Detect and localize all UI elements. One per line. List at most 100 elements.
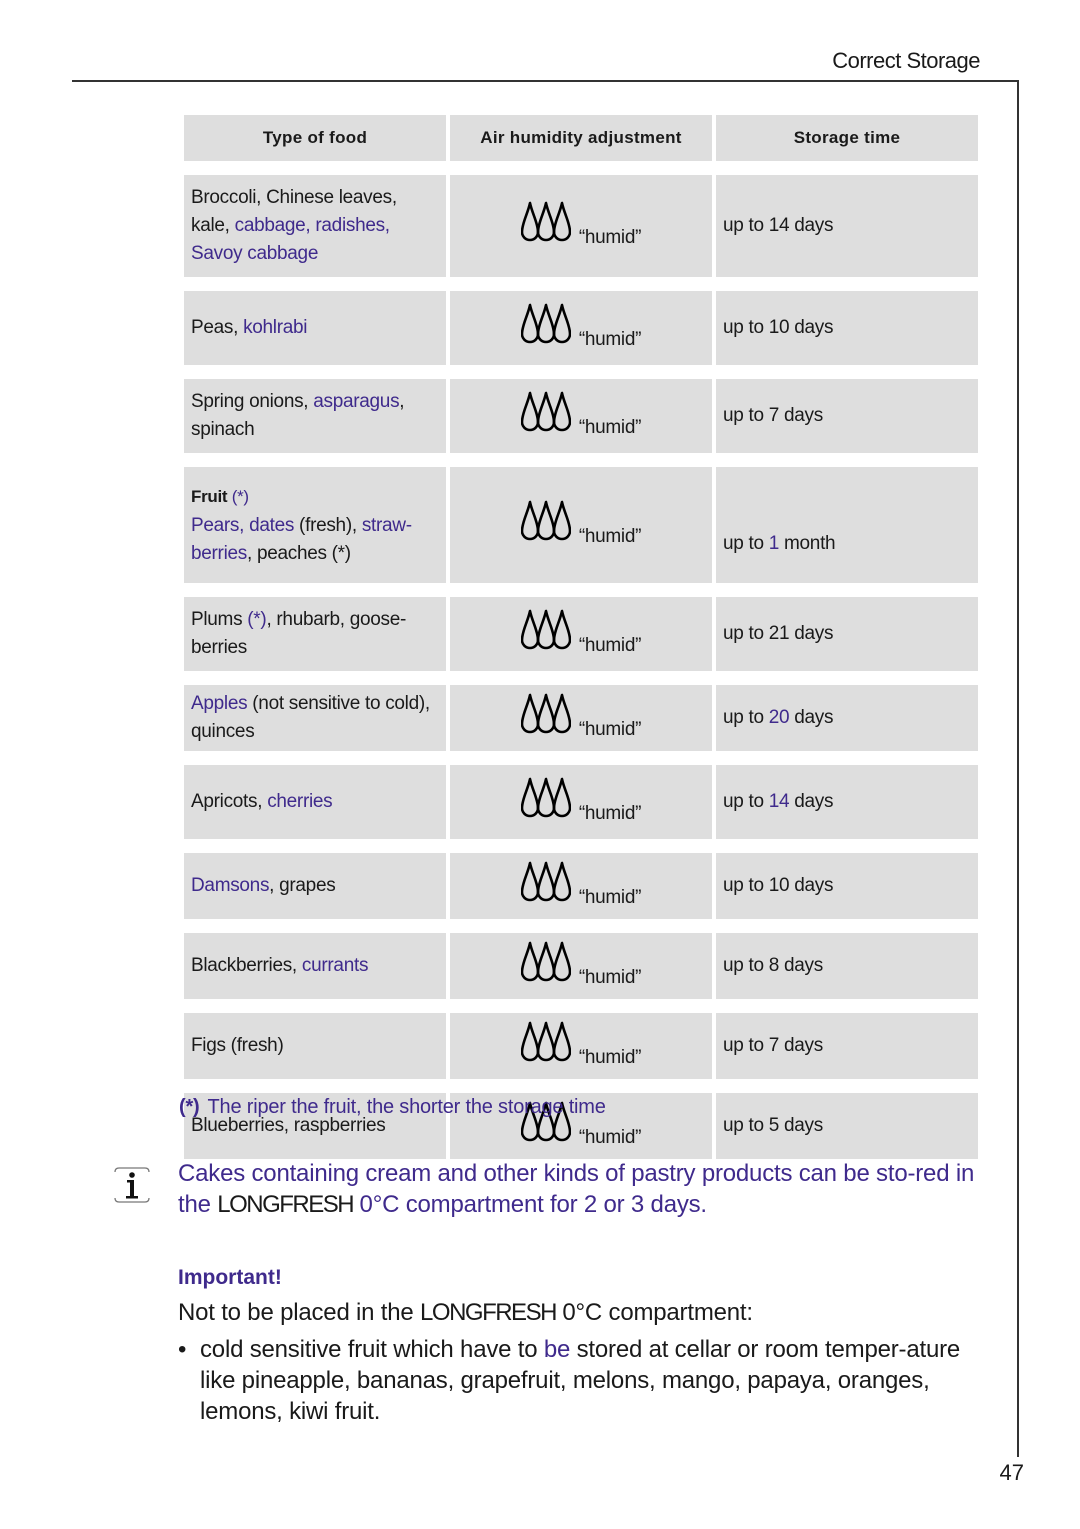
info-note-text: Cakes containing cream and other kinds o…	[178, 1158, 998, 1220]
column-header-air-humidity: Air humidity adjustment	[450, 115, 712, 161]
food-text-segment: Broccoli, Chinese leaves,	[191, 187, 397, 208]
food-text-segment: kale,	[191, 215, 235, 236]
humidity-cell: “humid”	[450, 379, 712, 453]
storage-time-segment: up to 10 days	[723, 317, 834, 338]
humidity-label: “humid”	[578, 416, 642, 438]
three-drops-icon	[520, 941, 571, 981]
storage-time-segment: up to 8 days	[723, 955, 823, 976]
table-row: Figs (fresh) “humid” up to 7 days	[184, 1013, 978, 1079]
bullet-dot: •	[178, 1336, 187, 1363]
three-drops-icon	[520, 609, 571, 649]
humidity-label: “humid”	[578, 1046, 642, 1068]
humidity-setting: “humid”	[520, 303, 641, 350]
humidity-cell: “humid”	[450, 853, 712, 919]
table-header-row: Type of food Air humidity adjustment Sto…	[184, 115, 978, 161]
food-text-segment: currants	[301, 955, 369, 976]
info-icon	[114, 1167, 150, 1203]
storage-time-segment: 20	[768, 707, 790, 728]
food-group-title: Fruit (*)	[191, 482, 439, 512]
food-type-cell: Apricots, cherries	[184, 765, 446, 839]
humidity-label: “humid”	[578, 525, 642, 547]
storage-time-segment: up to 7 days	[723, 1035, 823, 1056]
humidity-label: “humid”	[578, 1126, 642, 1148]
storage-time-cell: up to 7 days	[716, 1013, 978, 1079]
table-row: Broccoli, Chinese leaves, kale, cabbage,…	[184, 175, 978, 277]
row-spacer	[184, 1005, 978, 1007]
row-spacer	[184, 167, 978, 169]
important-statement: Not to be placed in the LONGFRESH 0°C co…	[178, 1299, 753, 1327]
storage-time-cell: up to 1 month	[716, 467, 978, 583]
page-number: 47	[999, 1460, 1024, 1485]
three-drops-icon	[520, 201, 571, 241]
humidity-setting: “humid”	[520, 1021, 641, 1068]
table-body: Broccoli, Chinese leaves, kale, cabbage,…	[184, 167, 978, 1159]
header-rule	[72, 80, 1019, 82]
food-type-cell: Figs (fresh)	[184, 1013, 446, 1079]
food-type-cell: Apples (not sensitive to cold), quinces	[184, 685, 446, 751]
bullet-text-highlight: be	[543, 1336, 571, 1363]
row-spacer	[184, 1085, 978, 1087]
table-row: Apples (not sensitive to cold), quinces “…	[184, 685, 978, 751]
storage-time-cell: up to 20 days	[716, 685, 978, 751]
three-drops-icon	[520, 303, 571, 343]
humidity-setting: “humid”	[520, 861, 641, 908]
storage-time-cell: up to 21 days	[716, 597, 978, 671]
food-text-segment: Plums	[191, 609, 248, 630]
food-text-segment: Blackberries,	[191, 955, 302, 976]
row-spacer	[184, 459, 978, 461]
food-text-segment: Spring onions,	[191, 391, 314, 412]
table-row: Peas, kohlrabi “humid” up to 10 days	[184, 291, 978, 365]
storage-time-segment: up to 5 days	[723, 1115, 823, 1136]
info-note-brand: LONGFRESH	[217, 1191, 354, 1218]
storage-time-cell: up to 14 days	[716, 175, 978, 277]
storage-time-cell: up to 7 days	[716, 379, 978, 453]
three-drops-icon	[520, 1021, 571, 1061]
row-spacer	[184, 845, 978, 847]
bullet-text-before: cold sensitive fruit which have to	[200, 1336, 544, 1363]
humidity-label: “humid”	[578, 886, 642, 908]
table-row: Apricots, cherries “humid” up to 14 days	[184, 765, 978, 839]
storage-time-cell: up to 8 days	[716, 933, 978, 999]
food-text-segment: asparagus	[313, 391, 400, 412]
storage-time-segment: up to 10 days	[723, 875, 834, 896]
humidity-setting: “humid”	[520, 201, 641, 248]
row-spacer	[184, 283, 978, 285]
storage-time-segment: up to 7 days	[723, 405, 823, 426]
food-text-segment: Savoy cabbage	[191, 243, 319, 264]
footnote-text: The riper the fruit, the shorter the sto…	[207, 1096, 606, 1118]
table-row: Spring onions, asparagus, spinach “humid”…	[184, 379, 978, 453]
food-text-segment: Pears, dates	[191, 515, 295, 536]
humidity-cell: “humid”	[450, 1013, 712, 1079]
food-type-cell: Fruit (*) Pears, dates (fresh), straw-ber…	[184, 467, 446, 583]
table-row: Blackberries, currants “humid” up to 8 day…	[184, 933, 978, 999]
three-drops-icon	[520, 777, 571, 817]
three-drops-icon	[520, 861, 571, 901]
important-brand: LONGFRESH	[420, 1299, 557, 1326]
footnote: (*) The riper the fruit, the shorter the …	[179, 1096, 606, 1119]
food-text-segment: Damsons	[191, 875, 270, 896]
humidity-label: “humid”	[578, 328, 642, 350]
food-text-segment: , peaches (*)	[246, 543, 351, 564]
humidity-label: “humid”	[578, 634, 642, 656]
food-type-cell: Peas, kohlrabi	[184, 291, 446, 365]
storage-time-segment: month	[779, 533, 836, 554]
info-note-text-after: 0°C compartment for 2 or 3 days.	[353, 1191, 708, 1218]
page-section-title: Correct Storage	[832, 48, 980, 73]
storage-time-segment: 14	[768, 791, 790, 812]
storage-time-segment: up to 21 days	[723, 623, 834, 644]
footnote-marker: (*)	[179, 1096, 200, 1118]
column-header-type-of-food: Type of food	[184, 115, 446, 161]
column-header-storage-time: Storage time	[716, 115, 978, 161]
right-margin-rule	[1017, 80, 1019, 1457]
table-row: Plums (*), rhubarb, goose-berries “humid”…	[184, 597, 978, 671]
food-type-cell: Damsons, grapes	[184, 853, 446, 919]
table-row: Damsons, grapes “humid” up to 10 days	[184, 853, 978, 919]
important-bullet-item: • cold sensitive fruit which have to be …	[178, 1334, 998, 1427]
important-line-after: 0°C compartment:	[555, 1299, 753, 1326]
food-text-segment: cabbage, radishes,	[234, 215, 390, 236]
food-group-note: (*)	[231, 487, 249, 506]
food-type-cell: Spring onions, asparagus, spinach	[184, 379, 446, 453]
food-text-segment: (fresh),	[294, 515, 362, 536]
bullet-text: cold sensitive fruit which have to be st…	[200, 1334, 998, 1427]
row-spacer	[184, 925, 978, 927]
